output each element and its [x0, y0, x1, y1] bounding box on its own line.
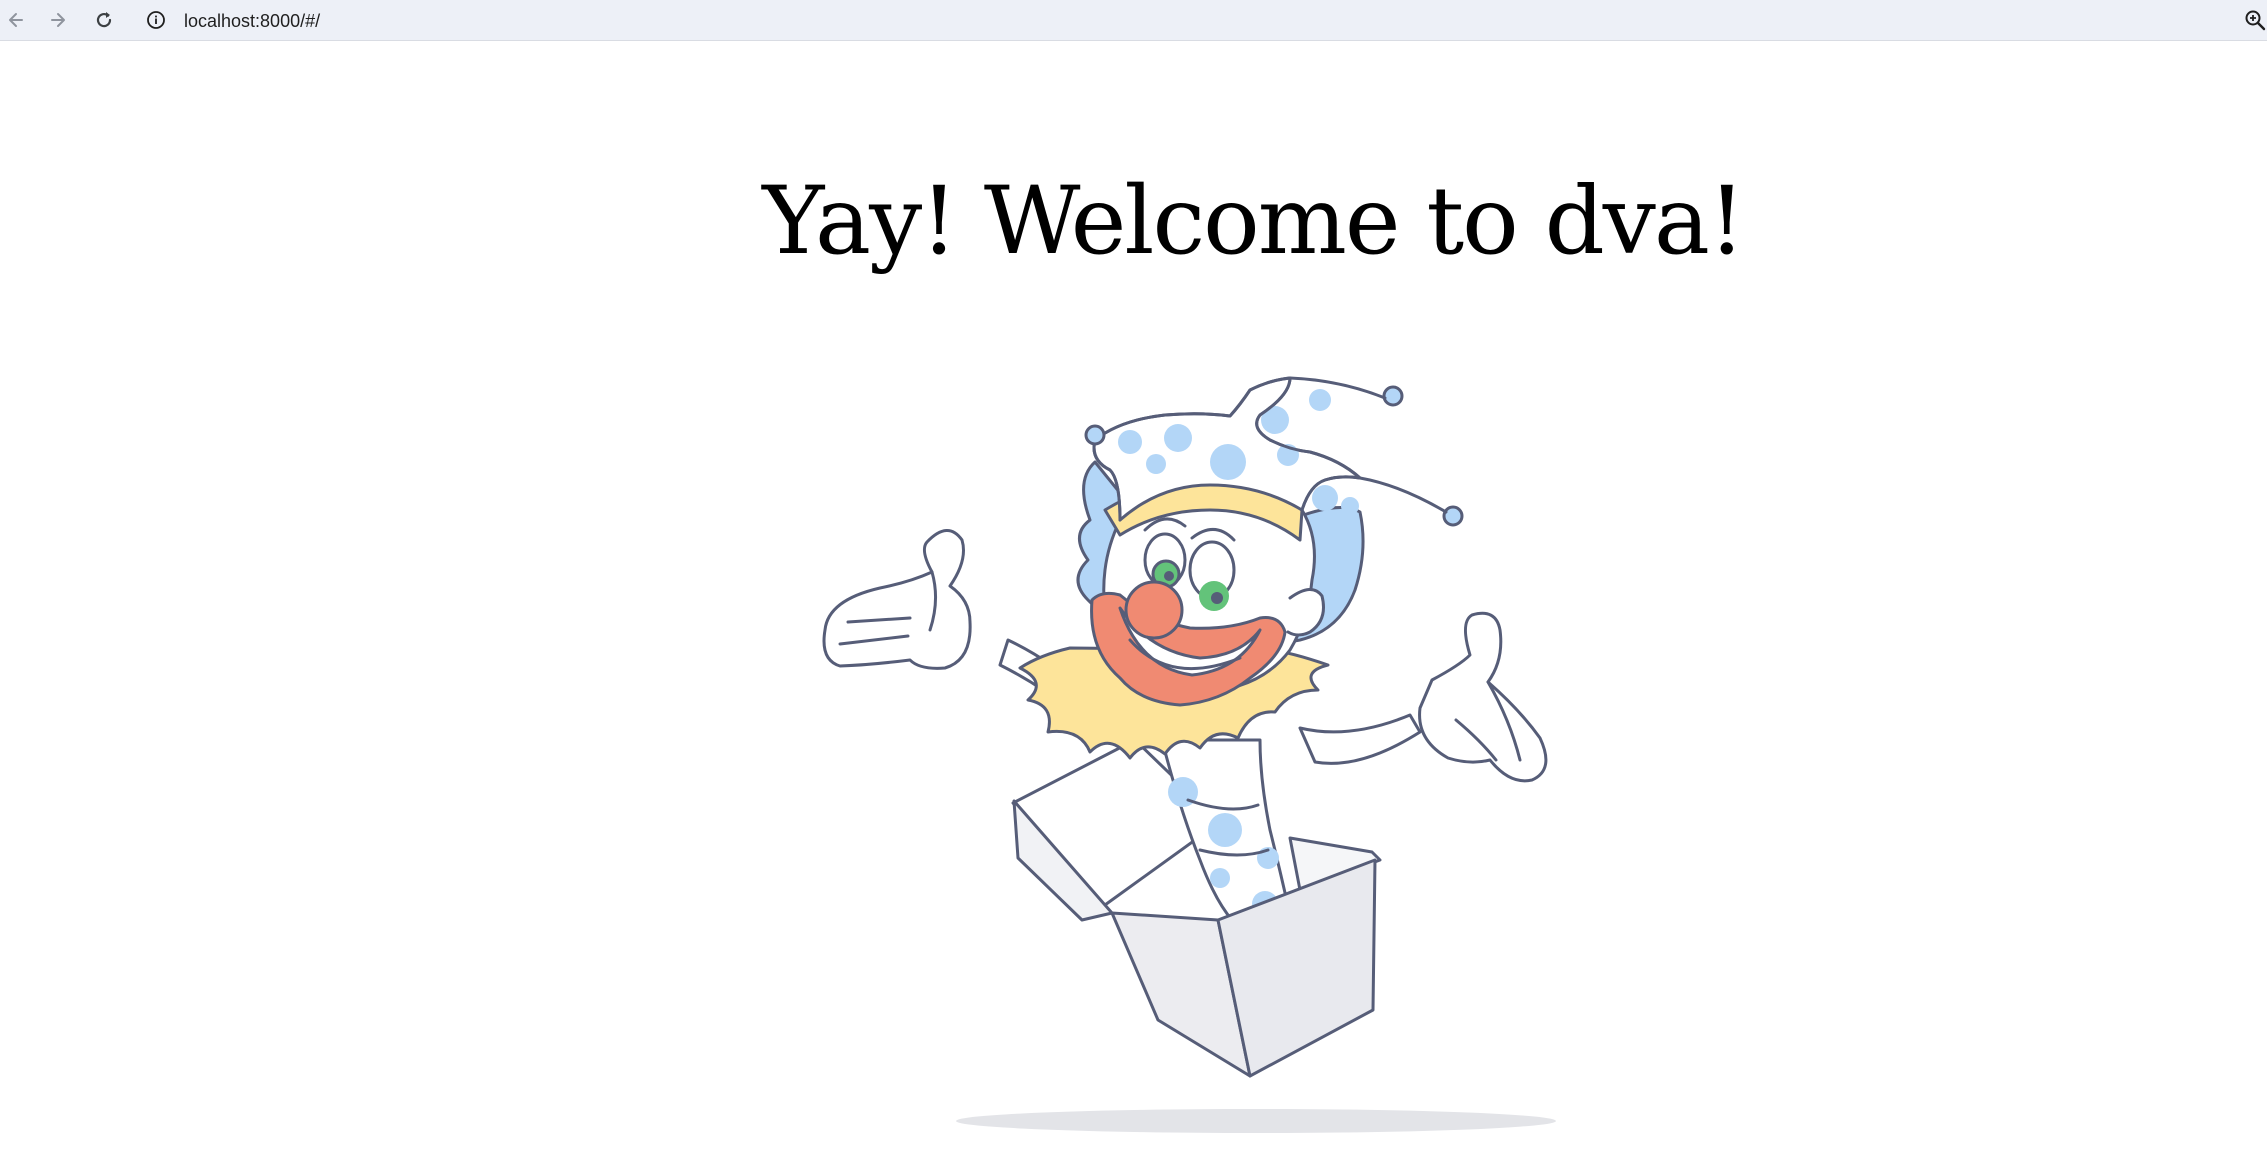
zoom-in-icon[interactable] — [2243, 8, 2267, 32]
clown-nose — [1124, 580, 1184, 640]
jack-in-the-box-clown-illustration — [822, 376, 1556, 1133]
info-icon[interactable] — [146, 10, 166, 30]
right-arm — [1298, 713, 1422, 765]
right-glove — [1418, 611, 1548, 783]
arrow-left-icon — [9, 13, 23, 27]
address-bar[interactable]: localhost:8000/#/ — [138, 4, 2238, 36]
shadow — [956, 1109, 1556, 1133]
browser-toolbar: localhost:8000/#/ — [0, 0, 2267, 41]
left-glove — [822, 529, 972, 670]
hat-bell-top — [1382, 385, 1404, 407]
reload-icon — [96, 12, 112, 28]
url-text: localhost:8000/#/ — [184, 11, 321, 31]
hat-bell-right — [1442, 505, 1464, 527]
forward-button[interactable] — [42, 4, 74, 36]
back-button[interactable] — [0, 4, 32, 36]
reload-button[interactable] — [88, 4, 120, 36]
arrow-right-icon — [51, 13, 65, 27]
page-title: Yay! Welcome to dva! — [762, 167, 1745, 276]
hat-bell-left — [1084, 424, 1106, 446]
